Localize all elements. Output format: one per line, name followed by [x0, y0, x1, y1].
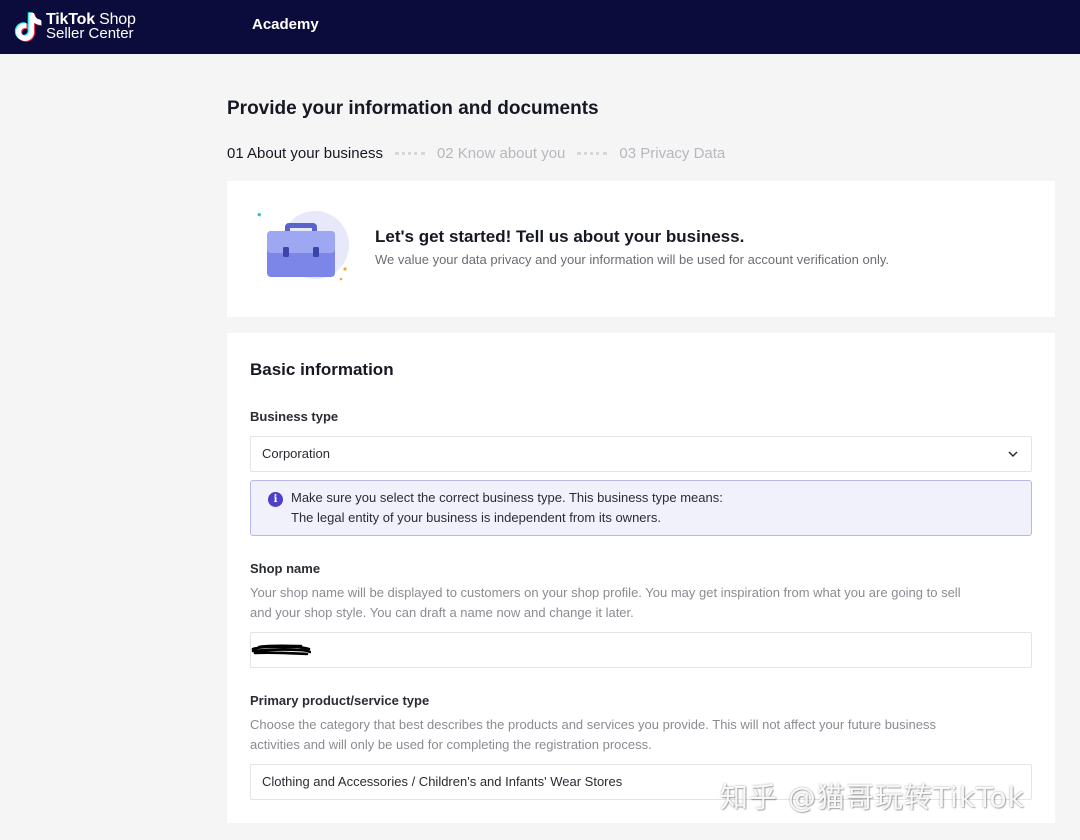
business-type-select[interactable]: Corporation: [250, 436, 1032, 472]
business-type-value: Corporation: [262, 446, 330, 461]
progress-steps: 01 About your business 02 Know about you…: [227, 144, 725, 162]
shop-name-help-line-2: and your shop style. You can draft a nam…: [250, 605, 634, 620]
info-icon: i: [268, 492, 283, 507]
intro-card: Let's get started! Tell us about your bu…: [227, 181, 1055, 317]
briefcase-icon: [257, 211, 349, 281]
nav-academy-link[interactable]: Academy: [252, 16, 319, 33]
step-privacy-data[interactable]: 03 Privacy Data: [619, 145, 725, 162]
step-know-about-you[interactable]: 02 Know about you: [437, 145, 565, 162]
section-title: Basic information: [250, 360, 394, 379]
primary-type-help: Choose the category that best describes …: [250, 715, 1020, 755]
shop-name-help: Your shop name will be displayed to cust…: [250, 583, 1020, 623]
shop-name-label: Shop name: [250, 561, 321, 576]
tiktok-shop-logo[interactable]: TikTok Shop Seller Center: [14, 8, 136, 46]
business-type-info-box: i Make sure you select the correct busin…: [250, 480, 1032, 536]
watermark: 知乎 @猫哥玩转TikTok: [720, 781, 1025, 814]
chevron-down-icon: [1008, 451, 1018, 458]
intro-title: Let's get started! Tell us about your bu…: [375, 227, 745, 246]
step-about-business[interactable]: 01 About your business: [227, 145, 383, 162]
shop-name-help-line-1: Your shop name will be displayed to cust…: [250, 585, 961, 600]
primary-type-label: Primary product/service type: [250, 693, 430, 708]
step-separator: [394, 151, 425, 155]
logo-text: TikTok Shop Seller Center: [46, 12, 136, 42]
info-text: Make sure you select the correct busines…: [291, 488, 723, 528]
info-line-2: The legal entity of your business is ind…: [291, 510, 661, 525]
intro-subtitle: We value your data privacy and your info…: [375, 252, 890, 267]
step-separator: [577, 151, 608, 155]
primary-type-value: Clothing and Accessories / Children's an…: [262, 774, 623, 789]
page-title: Provide your information and documents: [227, 98, 599, 119]
shop-name-input[interactable]: [250, 632, 1032, 668]
business-type-label: Business type: [250, 409, 339, 424]
redaction-scribble: [251, 644, 311, 656]
logo-subtitle: Seller Center: [46, 25, 134, 42]
basic-information-card: Basic information Business type Corporat…: [227, 333, 1055, 823]
tiktok-logo-icon: [14, 12, 42, 42]
primary-type-help-line-2: activities and will only be used for com…: [250, 737, 652, 752]
info-line-1: Make sure you select the correct busines…: [291, 490, 723, 505]
top-navigation-bar: TikTok Shop Seller Center Academy: [0, 0, 1080, 54]
primary-type-help-line-1: Choose the category that best describes …: [250, 717, 937, 732]
